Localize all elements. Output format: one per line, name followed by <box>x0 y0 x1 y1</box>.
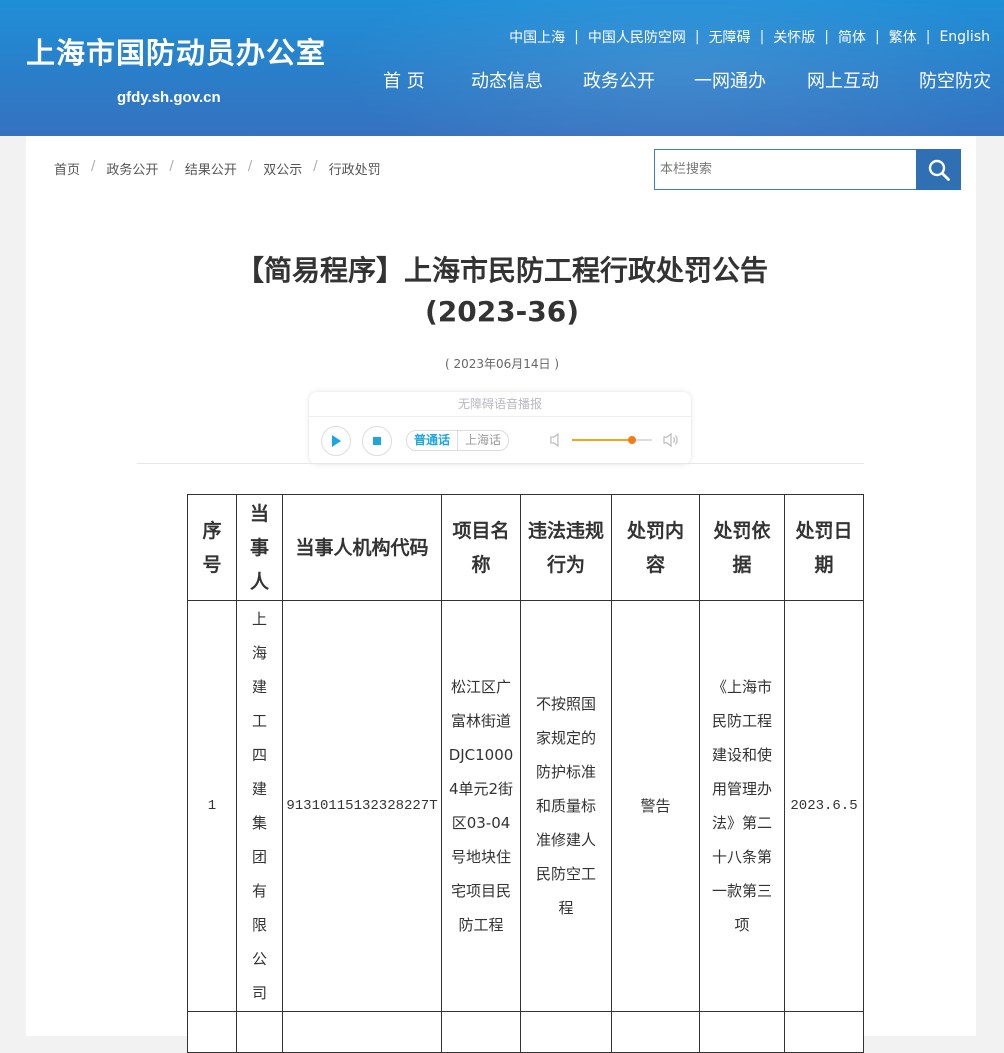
article-date: ( 2023年06月14日 ) <box>444 357 560 371</box>
article-title-line2: (2023-36) <box>424 295 580 328</box>
article-title: 【简易程序】上海市民防工程行政处罚公告 (2023-36) <box>0 250 1004 332</box>
breadcrumb-separator: / <box>313 159 318 174</box>
column-header: 当事人 <box>236 494 283 601</box>
player-heading: 无障碍语音播报 <box>309 392 691 417</box>
stop-icon <box>373 437 381 445</box>
separator: | <box>925 29 931 45</box>
cell-party: 上海建工四建集团有限公司 <box>236 600 283 1012</box>
nav-gov-affairs[interactable]: 政务公开 <box>583 67 694 93</box>
top-link-civil-defense[interactable]: 中国人民防空网 <box>588 27 686 47</box>
cell-project: 松江区广富林街道DJC10004单元2街区03-04号地块住宅项目民防工程 <box>441 600 521 1012</box>
breadcrumb-home[interactable]: 首页 <box>54 159 80 178</box>
separator: | <box>759 29 765 45</box>
site-domain: gfdy.sh.gov.cn <box>117 89 221 106</box>
volume-knob[interactable] <box>628 436 636 444</box>
separator: | <box>694 29 700 45</box>
cell-basis: 《上海市民防工程建设和使用管理办法》第二十八条第一款第三项 <box>699 600 785 1012</box>
separator: | <box>824 29 829 45</box>
column-header: 当事人机构代码 <box>282 494 442 601</box>
audio-player: 无障碍语音播报 <box>309 392 691 464</box>
search-box <box>654 149 961 190</box>
nav-disaster-prevention[interactable]: 防空防灾 <box>919 67 991 93</box>
cell-index: 1 <box>187 600 237 1012</box>
separator: | <box>574 29 579 45</box>
site-title[interactable]: 上海市国防动员办公室 <box>26 30 326 72</box>
cell-date: 2023.6.5 <box>784 600 864 1012</box>
breadcrumb-separator: / <box>247 159 253 174</box>
breadcrumb-results[interactable]: 结果公开 <box>185 159 237 178</box>
cell-org-code: 91310115132328227T <box>282 600 442 1012</box>
column-header: 处罚依据 <box>699 494 785 601</box>
play-button[interactable] <box>321 426 351 456</box>
breadcrumb-penalty[interactable]: 行政处罚 <box>329 159 381 178</box>
dialect-shanghainese[interactable]: 上海话 <box>457 431 508 450</box>
top-link-simplified[interactable]: 简体 <box>838 27 866 47</box>
breadcrumb-double-publicity[interactable]: 双公示 <box>263 159 302 178</box>
search-input[interactable] <box>655 150 916 189</box>
dialect-mandarin[interactable]: 普通话 <box>407 431 457 450</box>
top-link-english[interactable]: English <box>939 29 990 45</box>
breadcrumb: 首页 / 政务公开 / 结果公开 / 双公示 / 行政处罚 <box>54 159 381 178</box>
nav-interaction[interactable]: 网上互动 <box>807 67 919 93</box>
play-icon <box>332 435 341 447</box>
nav-news[interactable]: 动态信息 <box>471 67 583 93</box>
top-links: 中国上海 | 中国人民防空网 | 无障碍 | 关怀版 | 简体 | 繁体 | E… <box>509 27 990 47</box>
top-link-traditional[interactable]: 繁体 <box>889 27 917 47</box>
top-link-accessibility[interactable]: 无障碍 <box>709 27 751 47</box>
nav-home[interactable]: 首 页 <box>383 67 471 93</box>
top-link-shanghai[interactable]: 中国上海 <box>509 27 565 47</box>
column-header: 处罚内容 <box>611 494 700 601</box>
separator: | <box>875 29 880 45</box>
nav-online-service[interactable]: 一网通办 <box>694 67 807 93</box>
breadcrumb-separator: / <box>169 159 174 174</box>
penalty-table: 序号 当事人 当事人机构代码 项目名称 违法违规行为 处罚内容 处罚依据 处罚日… <box>187 494 864 1053</box>
cell-violation: 不按照国家规定的防护标准和质量标准修建人民防空工程 <box>520 600 612 1012</box>
table-row: 1 上海建工四建集团有限公司 91310115132328227T 松江区广富林… <box>187 600 864 1012</box>
column-header: 处罚日期 <box>784 494 864 601</box>
content-divider <box>137 463 864 464</box>
table-header-row: 序号 当事人 当事人机构代码 项目名称 违法违规行为 处罚内容 处罚依据 处罚日… <box>187 494 864 601</box>
breadcrumb-gov-affairs[interactable]: 政务公开 <box>106 159 158 178</box>
volume-down-icon[interactable] <box>549 432 563 448</box>
volume-fill <box>572 439 632 441</box>
site-header: 上海市国防动员办公室 gfdy.sh.gov.cn 中国上海 | 中国人民防空网… <box>0 0 1004 136</box>
breadcrumb-separator: / <box>91 159 96 174</box>
dialect-switch: 普通话 上海话 <box>406 430 510 451</box>
top-link-care-version[interactable]: 关怀版 <box>773 27 815 47</box>
cell-penalty: 警告 <box>611 600 700 1012</box>
volume-slider[interactable] <box>572 439 652 441</box>
column-header: 违法违规行为 <box>520 494 612 601</box>
main-nav: 首 页 动态信息 政务公开 一网通办 网上互动 防空防灾 <box>383 67 991 93</box>
stop-button[interactable] <box>362 426 392 456</box>
volume-up-icon[interactable] <box>662 432 680 448</box>
search-button[interactable] <box>916 149 961 190</box>
column-header: 序号 <box>187 494 237 601</box>
search-icon <box>928 159 950 181</box>
article-title-line1: 【简易程序】上海市民防工程行政处罚公告 <box>235 254 768 287</box>
column-header: 项目名称 <box>441 494 521 601</box>
